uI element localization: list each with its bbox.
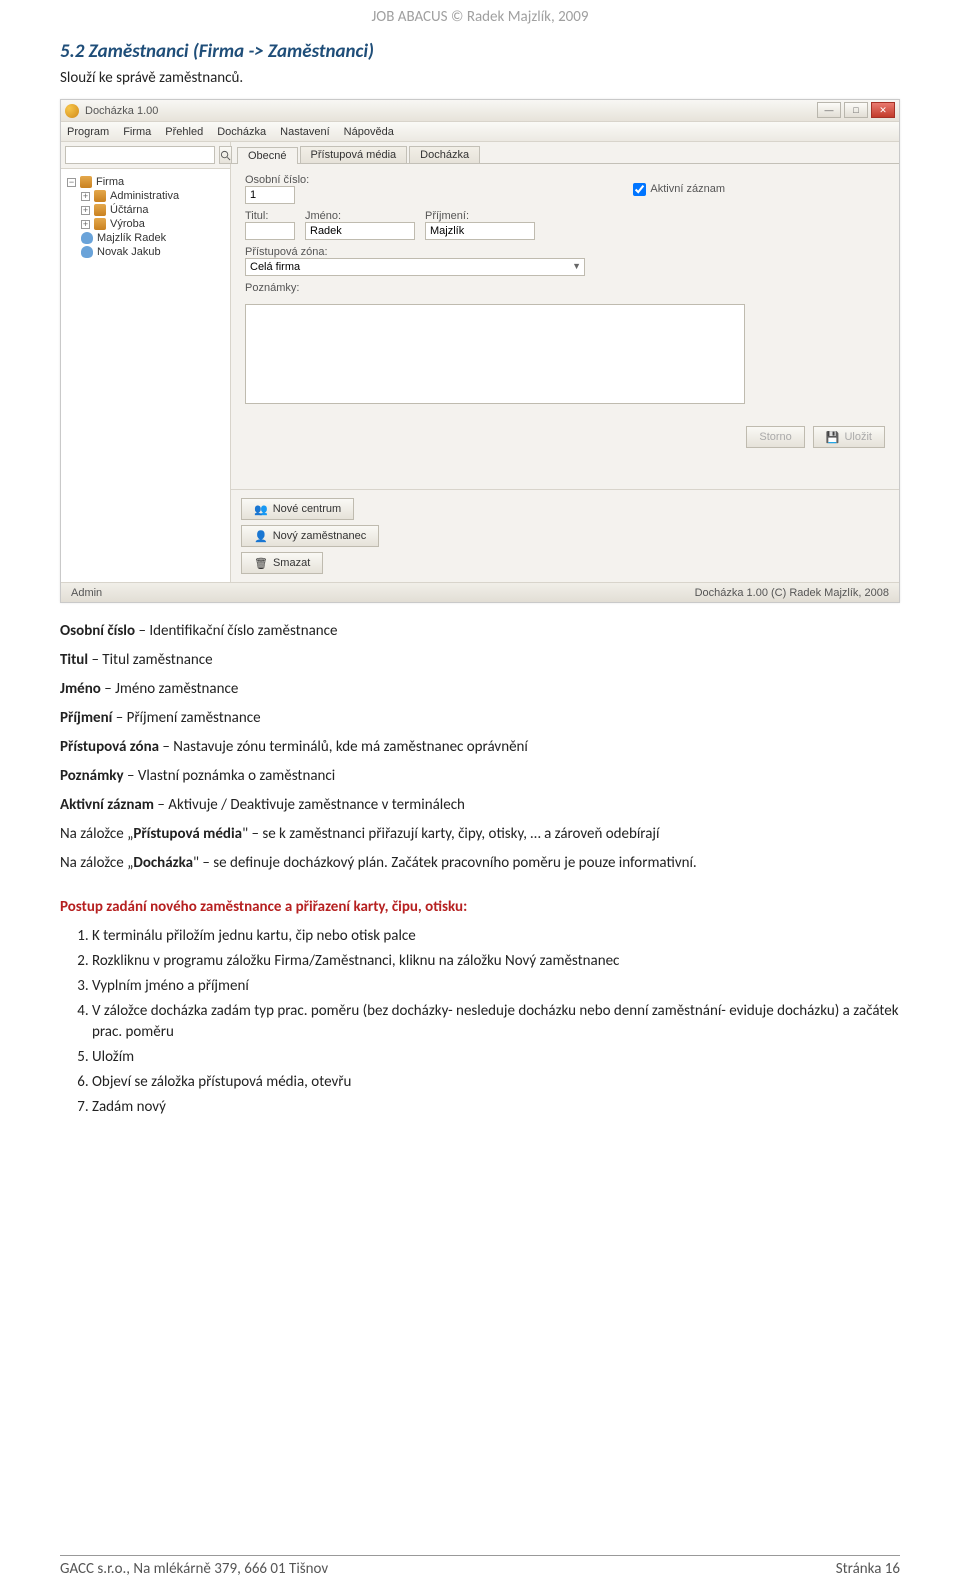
tree-person[interactable]: Majzlík Radek [79,231,226,245]
page-footer: GACC s.r.o., Na mlékárně 379, 666 01 Tiš… [60,1555,900,1578]
intro-text: Slouží ke správě zaměstnanců. [60,69,900,87]
page-header: JOB ABACUS © Radek Majzlík, 2009 [0,0,960,30]
para-dochazka: Na záložce „Docházka" – se definuje doch… [60,853,900,874]
folder-icon [80,176,92,188]
expand-icon[interactable]: + [81,220,90,229]
def-zona: Přístupová zóna – Nastavuje zónu terminá… [60,737,900,758]
step-item: Uložím [92,1047,900,1068]
left-panel: − Firma +Administrativa +Účtárna +Výroba… [61,142,231,582]
step-item: K terminálu přiložím jednu kartu, čip ne… [92,926,900,947]
tabs: Obecné Přístupová média Docházka [231,142,899,164]
tree-node[interactable]: +Výroba [79,217,226,231]
menubar: Program Firma Přehled Docházka Nastavení… [61,122,899,142]
tab-dochazka[interactable]: Docházka [409,146,480,163]
tab-pristupova-media[interactable]: Přístupová média [300,146,408,163]
input-titul[interactable] [245,222,295,240]
search-input[interactable] [65,146,215,164]
def-poznamky: Poznámky – Vlastní poznámka o zaměstnanc… [60,766,900,787]
form-obecne: Osobní číslo: Aktivní záznam Titul: [231,164,899,420]
search-icon [220,150,231,161]
step-item: V záložce docházka zadám typ prac. poměr… [92,1001,900,1043]
footer-page-number: Stránka 16 [836,1560,900,1578]
label-titul: Titul: [245,210,295,222]
menu-napoveda[interactable]: Nápověda [344,126,394,138]
def-jmeno: Jméno – Jméno zaměstnance [60,679,900,700]
tree-view[interactable]: − Firma +Administrativa +Účtárna +Výroba… [61,169,230,582]
collapse-icon[interactable]: − [67,178,76,187]
label-zona: Přístupová zóna: [245,246,585,258]
menu-nastaveni[interactable]: Nastavení [280,126,330,138]
tree-node[interactable]: +Účtárna [79,203,226,217]
person-add-icon: 👤 [254,530,268,543]
window-controls: — □ ✕ [817,102,895,118]
titlebar: Docházka 1.00 — □ ✕ [61,100,899,122]
tab-obecne[interactable]: Obecné [237,147,298,164]
save-icon: 💾 [826,431,840,444]
def-prijmeni: Příjmení – Příjmení zaměstnance [60,708,900,729]
label-osobni-cislo: Osobní číslo: [245,174,309,186]
group-icon: 👥 [254,503,268,516]
app-icon [65,104,79,118]
storno-button[interactable]: Storno [746,426,804,448]
statusbar: Admin Docházka 1.00 (C) Radek Majzlík, 2… [61,582,899,602]
menu-prehled[interactable]: Přehled [165,126,203,138]
input-prijmeni[interactable] [425,222,535,240]
label-prijmeni: Příjmení: [425,210,535,222]
step-item: Vyplním jméno a příjmení [92,976,900,997]
tree-node[interactable]: +Administrativa [79,189,226,203]
label-poznamky: Poznámky: [245,282,299,294]
input-jmeno[interactable] [305,222,415,240]
def-osobni-cislo: Osobní číslo – Identifikační číslo zaměs… [60,621,900,642]
tree-root-label: Firma [96,176,124,188]
expand-icon[interactable]: + [81,206,90,215]
procedure-steps: K terminálu přiložím jednu kartu, čip ne… [92,926,900,1118]
window-title: Docházka 1.00 [85,105,158,117]
right-panel: Obecné Přístupová média Docházka Osobní … [231,142,899,582]
tree-person[interactable]: Novak Jakub [79,245,226,259]
section-title: 5.2 Zaměstnanci (Firma -> Zaměstnanci) [60,40,960,63]
status-user: Admin [71,587,102,599]
footer-company: GACC s.r.o., Na mlékárně 379, 666 01 Tiš… [60,1560,328,1578]
textarea-poznamky[interactable] [245,304,745,404]
step-item: Rozkliknu v programu záložku Firma/Zaměs… [92,951,900,972]
status-copyright: Docházka 1.00 (C) Radek Majzlík, 2008 [695,587,889,599]
app-window: Docházka 1.00 — □ ✕ Program Firma Přehle… [60,99,900,603]
procedure-heading: Postup zadání nového zaměstnance a přiřa… [60,898,900,916]
def-aktivni: Aktivní záznam – Aktivuje / Deaktivuje z… [60,795,900,816]
folder-icon [94,190,106,202]
trash-icon: 🗑 [254,557,268,570]
smazat-button[interactable]: 🗑 Smazat [241,552,323,574]
folder-icon [94,218,106,230]
input-osobni-cislo[interactable] [245,186,295,204]
menu-firma[interactable]: Firma [123,126,151,138]
ulozit-button[interactable]: 💾 Uložit [813,426,885,448]
novy-zamestnanec-button[interactable]: 👤 Nový zaměstnanec [241,525,379,547]
label-aktivni: Aktivní záznam [650,183,725,195]
step-item: Zadám nový [92,1097,900,1118]
tree-root[interactable]: − Firma [65,175,226,189]
label-jmeno: Jméno: [305,210,415,222]
person-icon [81,232,93,244]
checkbox-aktivni[interactable] [633,183,646,196]
step-item: Objeví se záložka přístupová média, otev… [92,1072,900,1093]
menu-dochazka[interactable]: Docházka [217,126,266,138]
maximize-button[interactable]: □ [844,102,868,118]
def-titul: Titul – Titul zaměstnance [60,650,900,671]
expand-icon[interactable]: + [81,192,90,201]
action-strip: 👥 Nové centrum 👤 Nový zaměstnanec 🗑 Smaz… [231,489,899,582]
menu-program[interactable]: Program [67,126,109,138]
minimize-button[interactable]: — [817,102,841,118]
close-button[interactable]: ✕ [871,102,895,118]
nove-centrum-button[interactable]: 👥 Nové centrum [241,498,354,520]
para-media: Na záložce „Přístupová média" – se k zam… [60,824,900,845]
chevron-down-icon: ▼ [572,261,581,271]
person-icon [81,246,93,258]
select-zona[interactable] [245,258,585,276]
folder-icon [94,204,106,216]
